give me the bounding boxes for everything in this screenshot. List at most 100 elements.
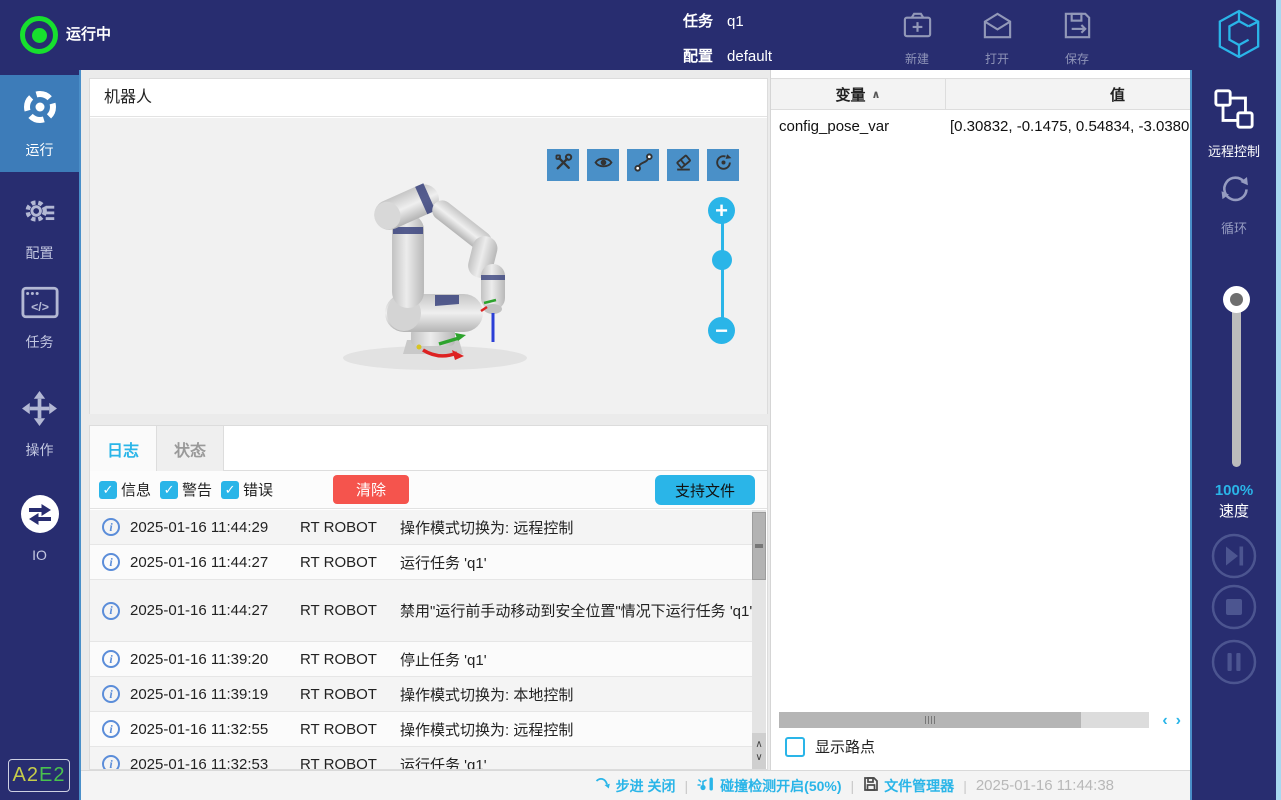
variables-header: 变量 ∧ 值 [771,78,1191,110]
filter-info-label: 信息 [121,479,151,500]
log-message: 禁用"运行前手动移动到安全位置"情况下运行任务 'q1'. [400,600,753,621]
info-icon: i [102,602,120,620]
robot-3d-viewport[interactable]: + − [90,118,767,414]
open-button[interactable]: 打开 [966,9,1028,67]
tools-button[interactable] [547,149,579,181]
step-mode-toggle[interactable]: 步进 关闭 [595,776,676,796]
filter-error-checkbox[interactable]: ✓ 错误 [221,479,273,500]
log-scrollbar-thumb[interactable] [752,512,766,580]
io-arrows-icon [20,494,60,539]
hscroll-track[interactable] [779,712,1149,728]
tab-log[interactable]: 日志 [90,426,157,471]
log-message: 操作模式切换为: 远程控制 [400,517,753,538]
save-floppy-icon [1061,9,1094,47]
sidebar-item-task[interactable]: </> 任务 [0,286,79,352]
sidebar-item-run[interactable]: 运行 [0,75,79,172]
info-icon: i [102,755,120,769]
loop-label: 循环 [1221,218,1247,237]
hscroll-thumb[interactable] [779,712,1081,728]
scroll-up-icon[interactable]: ∧ [755,739,762,750]
window-scroll-strip[interactable] [1276,0,1281,800]
clear-log-button[interactable]: 清除 [333,475,409,504]
zoom-out-button[interactable]: − [708,317,735,344]
sort-asc-icon: ∧ [872,88,881,101]
log-row[interactable]: i 2025-01-16 11:39:19 RT ROBOT 操作模式切换为: … [90,677,753,712]
config-label: 配置 [683,48,713,65]
log-source: RT ROBOT [300,602,390,619]
visibility-button[interactable] [587,149,619,181]
right-sidebar: 远程控制 循环 100% 速度 [1190,70,1276,800]
sidebar-item-operate[interactable]: 操作 [0,390,79,460]
path-button[interactable] [627,149,659,181]
zoom-slider-knob[interactable] [712,250,732,270]
zoom-in-button[interactable]: + [708,197,735,224]
log-row[interactable]: i 2025-01-16 11:44:27 RT ROBOT 禁用"运行前手动移… [90,580,753,642]
eye-icon [594,153,613,177]
sidebar-item-label: 配置 [26,243,54,263]
scroll-left-icon[interactable]: ‹ [1162,712,1167,730]
config-row: 配置 default [683,45,772,66]
show-waypoints-checkbox[interactable]: 显示路点 [785,736,875,757]
log-row[interactable]: i 2025-01-16 11:32:55 RT ROBOT 操作模式切换为: … [90,712,753,747]
sidebar-item-config[interactable]: 配置 [0,192,79,263]
log-source: RT ROBOT [300,519,390,536]
svg-text:</>: </> [31,300,49,314]
pause-button[interactable] [1211,639,1257,685]
config-value: default [727,48,772,65]
log-time: 2025-01-16 11:39:19 [130,686,290,703]
path-icon [634,153,653,177]
checkbox-unchecked-icon [785,737,805,757]
scroll-down-icon[interactable]: ∨ [755,752,762,763]
support-files-button[interactable]: 支持文件 [655,475,755,505]
speed-slider-knob[interactable] [1223,286,1250,313]
app-window: 运行中 任务q1 配置default 新建 打开 [0,0,1281,800]
log-row[interactable]: i 2025-01-16 11:44:27 RT ROBOT 运行任务 'q1' [90,545,753,580]
zoom-widget: + − [708,197,736,349]
log-row[interactable]: i 2025-01-16 11:32:53 RT ROBOT 运行任务 'q1' [90,747,753,769]
log-scrollbar[interactable]: ∧ ∨ [752,510,766,769]
open-button-label: 打开 [985,50,1009,67]
remote-control-label: 远程控制 [1208,141,1260,160]
tab-status[interactable]: 状态 [157,426,224,471]
variable-name: config_pose_var [771,118,946,135]
eraser-button[interactable] [667,149,699,181]
collision-icon [697,776,715,795]
collision-detection-toggle[interactable]: 碰撞检测开启(50%) [697,776,841,796]
sidebar-item-io[interactable]: IO [0,494,79,563]
code-window-icon: </> [21,286,59,324]
file-manager-icon [863,776,879,795]
file-manager-button[interactable]: 文件管理器 [863,776,954,796]
stop-button[interactable] [1211,584,1257,630]
status-timestamp: 2025-01-16 11:44:38 [976,777,1114,794]
log-message: 停止任务 'q1' [400,649,753,670]
rotate-view-button[interactable] [707,149,739,181]
task-label: 任务 [683,13,713,30]
step-forward-button[interactable] [1211,533,1257,579]
variable-row[interactable]: config_pose_var [0.30832, -0.1475, 0.548… [771,110,1191,142]
value-column-label: 值 [1110,84,1125,105]
remote-control-button[interactable]: 远程控制 [1192,88,1276,160]
filter-info-checkbox[interactable]: ✓ 信息 [99,479,151,500]
skip-icon [1211,533,1257,579]
log-time: 2025-01-16 11:44:27 [130,554,290,571]
speed-slider-track[interactable] [1232,300,1241,467]
filter-warning-checkbox[interactable]: ✓ 警告 [160,479,212,500]
log-list: i 2025-01-16 11:44:29 RT ROBOT 操作模式切换为: … [90,510,753,769]
log-source: RT ROBOT [300,554,390,571]
loop-button[interactable]: 循环 [1192,170,1276,237]
log-row[interactable]: i 2025-01-16 11:39:20 RT ROBOT 停止任务 'q1' [90,642,753,677]
log-row[interactable]: i 2025-01-16 11:44:29 RT ROBOT 操作模式切换为: … [90,510,753,545]
variables-panel: 变量 ∧ 值 config_pose_var [0.30832, -0.1475… [770,70,1190,770]
info-icon: i [102,553,120,571]
scroll-right-icon[interactable]: › [1176,712,1181,730]
variable-column-header[interactable]: 变量 ∧ [771,79,946,109]
log-time: 2025-01-16 11:44:29 [130,519,290,536]
collision-detection-label: 碰撞检测开启(50%) [720,776,841,796]
log-source: RT ROBOT [300,651,390,668]
task-value: q1 [727,13,744,30]
show-waypoints-label: 显示路点 [815,736,875,757]
new-button[interactable]: 新建 [886,9,948,67]
save-button[interactable]: 保存 [1046,9,1108,67]
status-bar: 步进 关闭 | 碰撞检测开启(50%) | [81,770,1190,800]
sidebar-item-label: 操作 [26,440,54,460]
